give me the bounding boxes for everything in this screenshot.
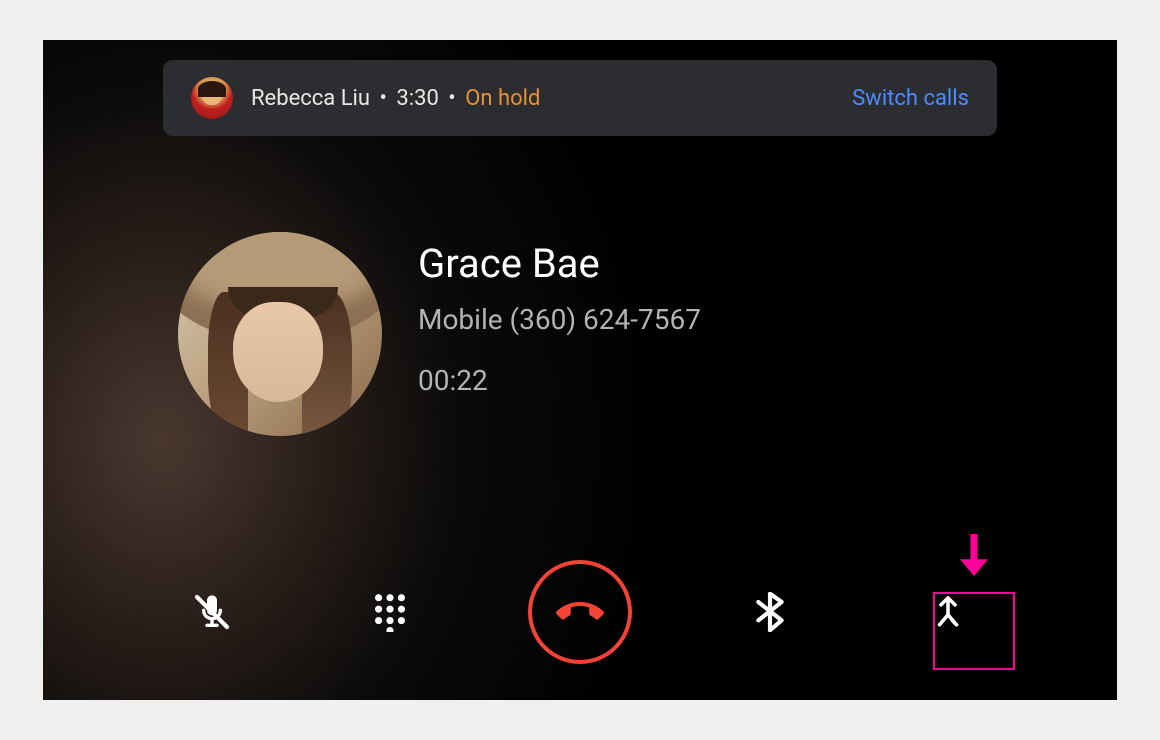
active-caller-name: Grace Bae [418,240,701,287]
held-call-banner: Rebecca Liu • 3:30 • On hold Switch call… [163,60,997,136]
dialpad-button[interactable] [350,572,430,652]
merge-icon [931,593,965,631]
held-call-text: Rebecca Liu • 3:30 • On hold [251,86,540,111]
held-call-status: On hold [465,86,540,111]
call-controls [43,560,1117,664]
mute-off-icon [192,592,232,632]
active-caller-info: Grace Bae Mobile (360) 624-7567 00:22 [178,232,701,436]
active-caller-phone: Mobile (360) 624-7567 [418,303,701,336]
held-caller-avatar [191,77,233,119]
active-caller-avatar [178,232,382,436]
merge-calls-button[interactable] [908,572,988,652]
end-call-button[interactable] [528,560,632,664]
bluetooth-button[interactable] [730,572,810,652]
separator-dot: • [380,86,387,111]
bluetooth-icon [756,592,784,632]
dialpad-icon [372,592,408,632]
caller-details: Grace Bae Mobile (360) 624-7567 00:22 [418,232,701,397]
end-call-icon [556,588,604,636]
in-call-screen: Rebecca Liu • 3:30 • On hold Switch call… [43,40,1117,700]
switch-calls-button[interactable]: Switch calls [852,86,969,111]
banner-left: Rebecca Liu • 3:30 • On hold [191,77,540,119]
separator-dot: • [448,86,455,111]
active-call-duration: 00:22 [418,364,701,397]
held-caller-name: Rebecca Liu [251,86,370,111]
mute-button[interactable] [172,572,252,652]
held-call-duration: 3:30 [396,86,438,111]
